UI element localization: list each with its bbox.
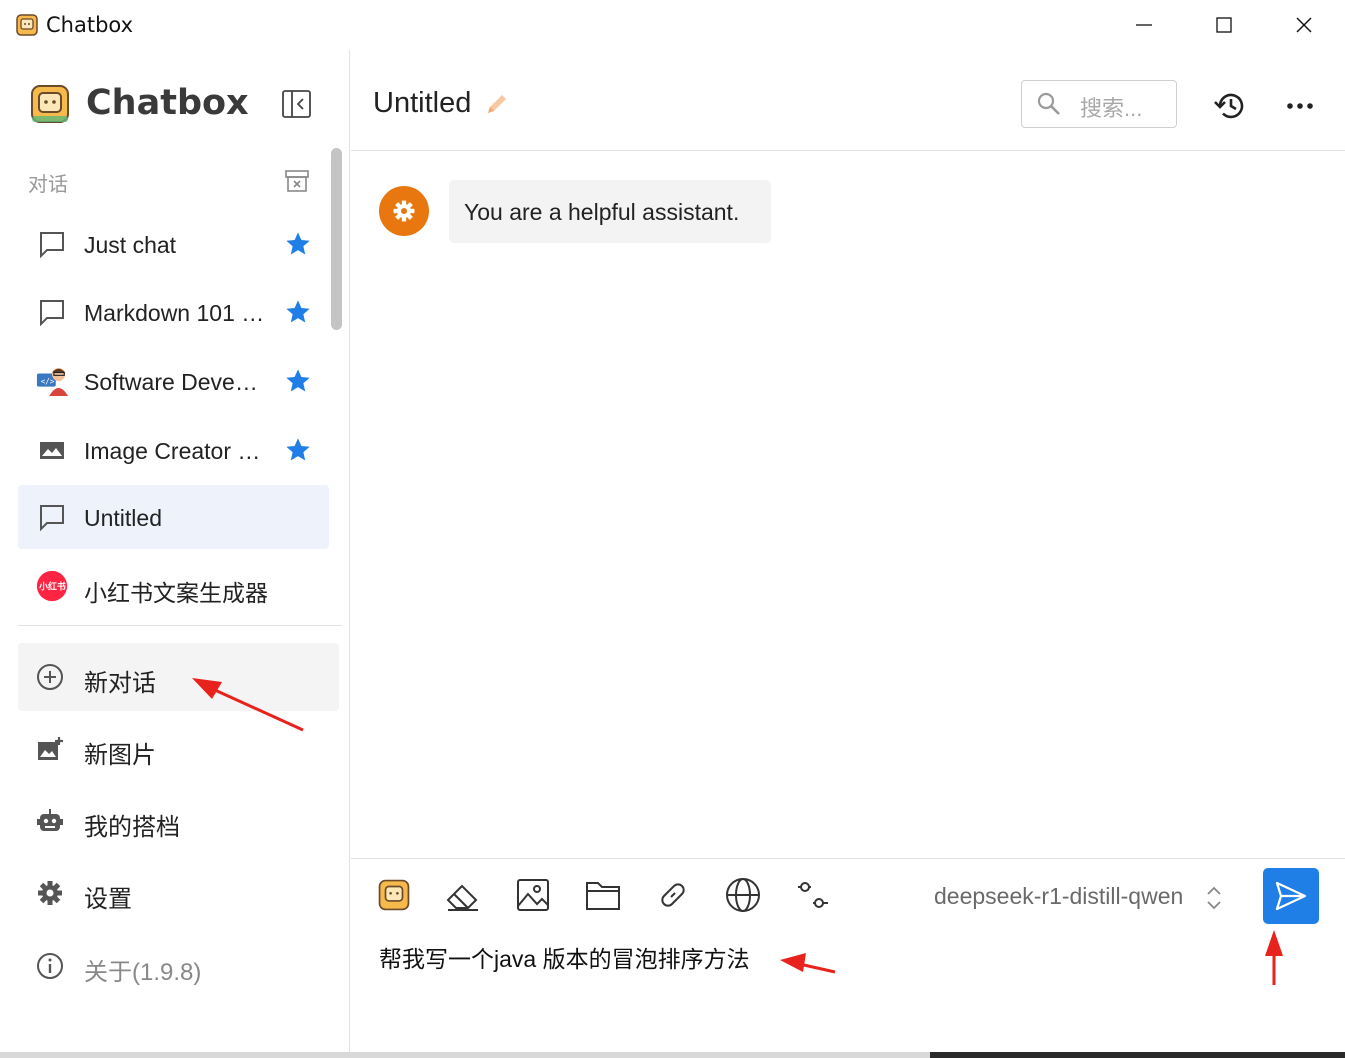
attach-file-button[interactable] [583,875,623,915]
clear-context-button[interactable] [443,875,483,915]
menu-label: 新对话 [84,670,156,697]
menu-label: 关于(1.9.8) [84,959,202,986]
message-text: You are a helpful assistant. [464,199,740,225]
new-chat-button[interactable]: 新对话 [18,643,339,711]
sliders-icon [798,882,828,908]
maximize-icon [1216,17,1232,33]
sidebar-divider [18,625,342,626]
copilot-button[interactable] [374,875,414,915]
folder-icon [586,882,620,910]
image-icon [36,434,68,466]
conversation-label: Untitled [84,505,162,531]
composer: deepseek-r1-distill-qwen 帮我写一个java 版本的冒泡… [351,858,1345,1052]
archive-delete-icon [285,170,309,192]
menu-label: 我的搭档 [84,814,180,841]
menu-label: 新图片 [84,742,156,769]
system-avatar [379,186,429,236]
add-circle-icon [34,661,66,693]
window-titlebar: Chatbox [0,0,1345,50]
about-button[interactable]: 关于(1.9.8) [18,932,339,1000]
conversation-item-active[interactable]: Untitled [18,485,329,549]
chatbox-logo-icon [378,879,410,911]
chat-settings-button[interactable] [793,875,833,915]
search-placeholder: 搜索... [1080,96,1143,121]
maximize-button[interactable] [1184,0,1264,50]
chat-bubble-icon [36,228,68,260]
chatbox-logo-icon [31,85,69,123]
sidebar-collapse-icon [282,90,311,118]
conversation-label: Image Creator (Example) [84,438,268,464]
info-icon [34,950,66,982]
conversation-item[interactable]: </> Software Developer [18,349,329,413]
menu-label: 设置 [84,886,132,913]
search-icon [1037,92,1060,115]
more-horizontal-icon [1287,103,1313,109]
edit-title-icon[interactable] [483,90,511,118]
chat-bubble-icon [36,296,68,328]
eraser-icon [446,884,478,911]
my-copilots-button[interactable]: 我的搭档 [18,787,339,855]
settings-button[interactable]: 设置 [18,859,339,927]
attach-link-button[interactable] [653,875,693,915]
star-icon[interactable] [284,298,312,326]
conversation-label: Markdown 101 (Example) [84,300,270,326]
sidebar: Chatbox 对话 Just chat Markdown 101 (Examp… [0,50,350,1058]
unfold-icon[interactable] [1205,884,1223,912]
star-icon[interactable] [284,367,312,395]
globe-icon [726,878,760,912]
minimize-button[interactable] [1104,0,1184,50]
xiaohongshu-logo-icon: 小红书 [36,570,68,602]
conversation-label: 小红书文案生成器 [84,580,268,606]
collapse-sidebar-button[interactable] [281,88,313,120]
gear-icon [393,200,415,222]
chat-bubble-icon [36,501,68,533]
search-button[interactable]: 搜索... [1021,80,1177,128]
conversations-section-label: 对话 [28,174,68,196]
minimize-icon [1136,24,1152,26]
chatbox-app-icon [16,14,38,36]
new-image-button[interactable]: 新图片 [18,715,339,783]
history-button[interactable] [1211,87,1249,125]
link-icon [661,883,685,907]
conversation-item[interactable]: 小红书 小红书文案生成器 [18,554,329,618]
message-input[interactable]: 帮我写一个java 版本的冒泡排序方法 [379,940,750,974]
gear-icon [34,877,66,909]
star-icon[interactable] [284,230,312,258]
close-button[interactable] [1264,0,1344,50]
conversation-item[interactable]: Markdown 101 (Example) [18,280,329,344]
web-search-button[interactable] [723,875,763,915]
conversation-label: Software Developer [84,369,260,395]
more-options-button[interactable] [1281,87,1319,125]
developer-avatar-icon: </> [36,365,68,397]
window-title: Chatbox [46,13,134,37]
chat-title: Untitled [373,87,472,119]
add-image-icon [34,733,66,765]
bottom-edge [0,1052,1345,1058]
clear-conversations-button[interactable] [282,166,312,196]
svg-text:小红书: 小红书 [39,581,66,593]
sidebar-scrollbar[interactable] [331,148,342,330]
send-icon [1275,881,1307,911]
star-icon[interactable] [284,436,312,464]
send-button[interactable] [1263,868,1319,924]
brand-name: Chatbox [86,83,249,123]
history-icon [1214,93,1244,119]
system-message[interactable]: You are a helpful assistant. [449,180,771,243]
close-icon [1296,17,1312,33]
image-icon [517,879,549,911]
conversation-item[interactable]: Just chat [18,212,329,276]
conversation-label: Just chat [84,232,177,258]
model-selector[interactable]: deepseek-r1-distill-qwen [934,883,1183,910]
conversation-item[interactable]: Image Creator (Example) [18,418,329,482]
chat-header: Untitled 搜索... [351,50,1345,151]
attach-image-button[interactable] [513,875,553,915]
svg-text:</>: </> [41,377,55,386]
robot-icon [34,805,66,837]
